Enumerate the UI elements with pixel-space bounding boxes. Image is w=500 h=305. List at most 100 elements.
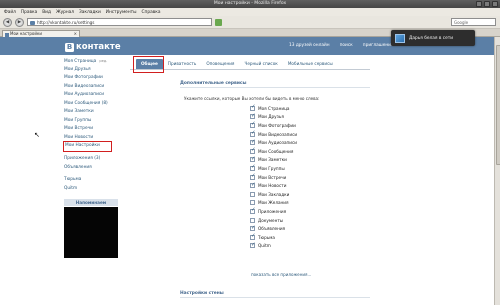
checkbox[interactable] [250, 113, 256, 120]
services-checklist: Моя Страница Мои Друзья Мои Фотографии М… [250, 104, 297, 250]
list-item[interactable]: Мои Видеозаписи [250, 130, 297, 139]
tab-favicon-icon [5, 32, 9, 37]
checkbox[interactable] [250, 156, 256, 163]
friends-online-link[interactable]: 13 друзей онлайн [289, 43, 330, 48]
checkbox-label: Quitm [258, 243, 271, 249]
menu-tools[interactable]: Инструменты [106, 10, 137, 15]
checkbox[interactable] [250, 242, 256, 249]
navigation-toolbar: ◀ ▶ http://vkontakte.ru/settings [0, 16, 500, 29]
search-input[interactable]: Google [451, 18, 496, 26]
tab-blacklist[interactable]: Черный список [239, 59, 282, 69]
checkbox-label: Мои Закладки [258, 191, 290, 197]
go-icon[interactable] [215, 18, 222, 26]
list-item[interactable]: Мои Новости [250, 181, 297, 190]
list-item[interactable]: Мои Встречи [250, 173, 297, 182]
checkbox[interactable] [250, 233, 256, 240]
window-controls [476, 1, 498, 7]
maximize-button[interactable] [484, 1, 490, 7]
page-scrollbar[interactable] [494, 37, 500, 305]
logo-text: контакте [76, 42, 121, 52]
tab-mobile[interactable]: Мобильные сервисы [283, 59, 338, 69]
sidebar-item-settings[interactable]: Мои Настройки [63, 141, 112, 152]
checkbox[interactable] [250, 182, 256, 189]
sidebar-item-app-prison[interactable]: Тюрьма [64, 176, 124, 185]
scrollbar-thumb[interactable] [495, 45, 500, 165]
top-navigation: 13 друзей онлайн поиск приглашения [289, 43, 394, 48]
list-item[interactable]: Документы [250, 216, 297, 225]
list-item[interactable]: Мои Заметки [250, 156, 297, 165]
list-item[interactable]: Мои Аудиозаписи [250, 138, 297, 147]
sidebar-item-events[interactable]: Мои Встречи [64, 125, 124, 134]
list-item[interactable]: Мои Группы [250, 164, 297, 173]
menu-edit[interactable]: Правка [21, 10, 37, 15]
sidebar-item-ads[interactable]: Объявления [64, 164, 124, 173]
checkbox[interactable] [250, 121, 256, 128]
sidebar-item-news[interactable]: Мои Новости [64, 134, 124, 143]
edit-link[interactable]: ред. [99, 59, 107, 63]
sidebar-item-app-quitm[interactable]: Quitm [64, 185, 124, 194]
back-button[interactable]: ◀ [3, 17, 12, 27]
checkbox[interactable] [250, 104, 256, 111]
sidebar-item-videos[interactable]: Мои Видеозаписи [64, 83, 124, 92]
menu-history[interactable]: Журнал [56, 10, 74, 15]
checkbox[interactable] [250, 147, 256, 154]
menu-view[interactable]: Вид [42, 10, 51, 15]
sidebar-item-apps[interactable]: Приложения (3) [64, 155, 124, 164]
forward-button[interactable]: ▶ [15, 17, 24, 27]
checkbox[interactable] [250, 130, 256, 137]
invite-link[interactable]: приглашения [363, 43, 394, 48]
checkbox[interactable] [250, 191, 255, 197]
tab-privacy[interactable]: Приватность [163, 59, 202, 69]
menu-file[interactable]: Файл [4, 10, 16, 15]
vk-logo[interactable]: В контакте [65, 42, 121, 52]
notification-popup[interactable]: Дарья белая в сети [391, 30, 475, 46]
list-item[interactable]: Тюрьма [250, 233, 297, 242]
list-item[interactable]: Мои Сообщения [250, 147, 297, 156]
checkbox-label: Моя Страница [258, 105, 290, 111]
checkbox[interactable] [250, 217, 255, 223]
checkbox-label: Тюрьма [258, 234, 275, 240]
list-item[interactable]: Мои Желания [250, 199, 297, 208]
address-url: http://vkontakte.ru/settings [37, 20, 95, 25]
sidebar-item-audio[interactable]: Мои Аудиозаписи [64, 91, 124, 100]
list-item[interactable]: Quitm [250, 242, 297, 251]
sidebar-item-photos[interactable]: Мои Фотографии [64, 74, 124, 83]
checkbox-label: Мои Сообщения [258, 148, 294, 154]
checkbox[interactable] [250, 139, 256, 146]
reminder-heading: Напоминаем [64, 199, 118, 207]
browser-tab[interactable]: Мои настройки × [2, 30, 80, 37]
list-item[interactable]: Мои Фотографии [250, 121, 297, 130]
menu-help[interactable]: Справка [142, 10, 161, 15]
sidebar-item-groups[interactable]: Мои Группы [64, 117, 124, 126]
list-item[interactable]: Мои Друзья [250, 113, 297, 122]
address-bar[interactable]: http://vkontakte.ru/settings [27, 18, 212, 26]
show-all-apps-link[interactable]: показать все приложения... [251, 272, 311, 277]
checkbox[interactable] [250, 200, 255, 206]
mouse-cursor-icon: ↖ [34, 131, 40, 139]
sidebar-item-messages[interactable]: Мои Сообщения (8) [64, 100, 124, 109]
menu-bar: Файл Правка Вид Журнал Закладки Инструме… [0, 8, 500, 16]
list-item[interactable]: Моя Страница [250, 104, 297, 113]
window-title: Мои настройки - Mozilla Firefox [213, 1, 287, 6]
checkbox-label: Документы [258, 217, 284, 223]
menu-bookmarks[interactable]: Закладки [79, 10, 101, 15]
services-heading: Дополнительные сервисы [180, 81, 370, 88]
sidebar-item-my-page[interactable]: Моя Страница ред. [64, 57, 124, 66]
list-item[interactable]: Приложения [250, 207, 297, 216]
sidebar-item-friends[interactable]: Мои Друзья [64, 66, 124, 75]
checkbox[interactable] [250, 173, 256, 180]
search-link[interactable]: поиск [340, 43, 353, 48]
reminder-banner[interactable] [64, 207, 118, 259]
checkbox[interactable] [250, 207, 256, 214]
minimize-button[interactable] [476, 1, 482, 7]
close-window-button[interactable] [492, 1, 498, 7]
checkbox[interactable] [250, 225, 256, 232]
left-sidebar: Моя Страница ред. Мои Друзья Мои Фотограф… [63, 57, 124, 259]
checkbox[interactable] [250, 164, 256, 171]
services-description: Укажите ссылки, которые Вы хотели бы вид… [184, 96, 320, 101]
list-item[interactable]: Мои Закладки [250, 190, 297, 199]
list-item[interactable]: Объявления [250, 224, 297, 233]
tab-notifications[interactable]: Оповещения [201, 59, 239, 69]
settings-tabs: Общее Приватность Оповещения Черный спис… [130, 58, 370, 70]
sidebar-item-notes[interactable]: Мои Заметки [64, 108, 124, 117]
